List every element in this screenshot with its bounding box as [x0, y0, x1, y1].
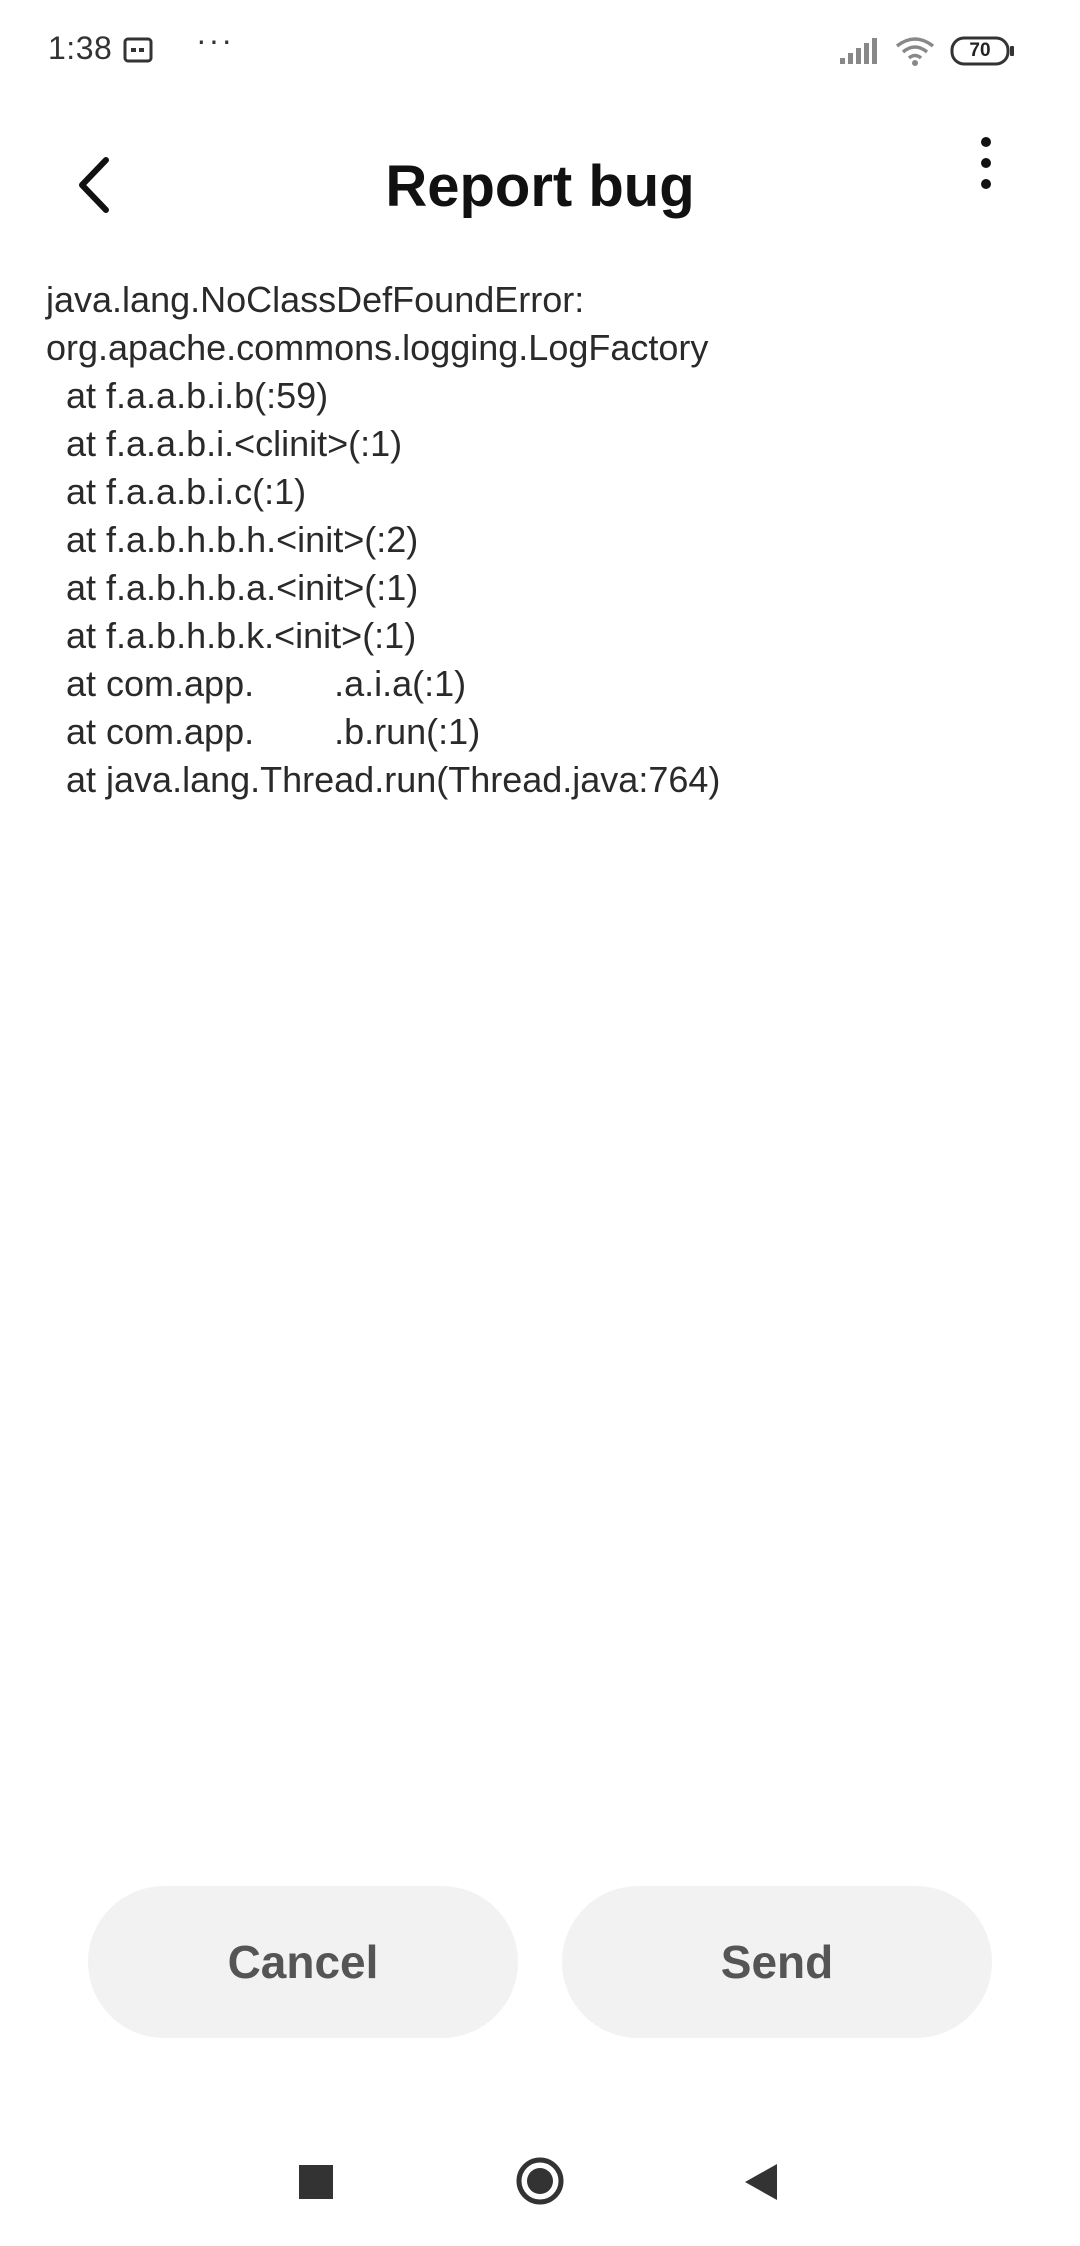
trace-line: at f.a.a.b.i.<clinit>(:1) [66, 423, 403, 464]
trace-line: at f.a.b.h.b.k.<init>(:1) [66, 615, 417, 656]
navigation-bar [0, 2140, 1080, 2220]
trace-line: at com.app. .a.i.a(:1) [66, 663, 467, 704]
back-button[interactable] [66, 150, 126, 220]
battery-icon: 70 [950, 36, 1016, 66]
send-button[interactable]: Send [562, 1886, 992, 2038]
page-title: Report bug [385, 154, 695, 219]
status-time: 1:38 [48, 30, 113, 66]
more-options-button[interactable] [966, 136, 1006, 196]
trace-line: at f.a.b.h.b.a.<init>(:1) [66, 567, 419, 608]
signal-icon [838, 36, 880, 66]
chevron-left-icon [79, 157, 109, 213]
status-bar: 1:38 ··· 70 [0, 0, 1080, 100]
app-notification-icon [123, 37, 153, 63]
more-vertical-icon [981, 137, 991, 189]
trace-line: at f.a.b.h.b.h.<init>(:2) [66, 519, 419, 560]
battery-level: 70 [969, 40, 991, 61]
trace-line: java.lang.NoClassDefFoundError: [46, 279, 585, 320]
recent-apps-icon[interactable] [299, 2165, 333, 2199]
bug-report-text: java.lang.NoClassDefFoundError: org.apac… [46, 276, 1046, 804]
back-icon[interactable] [743, 2162, 779, 2202]
wifi-icon [893, 34, 937, 68]
status-more-dots: ··· [196, 22, 234, 58]
home-icon[interactable] [515, 2156, 565, 2206]
cancel-button[interactable]: Cancel [88, 1886, 518, 2038]
trace-line: at java.lang.Thread.run(Thread.java:764) [66, 759, 721, 800]
trace-line: at f.a.a.b.i.b(:59) [66, 375, 329, 416]
trace-line: org.apache.commons.logging.LogFactory [46, 327, 709, 368]
trace-line: at com.app. .b.run(:1) [66, 711, 481, 752]
trace-line: at f.a.a.b.i.c(:1) [66, 471, 307, 512]
